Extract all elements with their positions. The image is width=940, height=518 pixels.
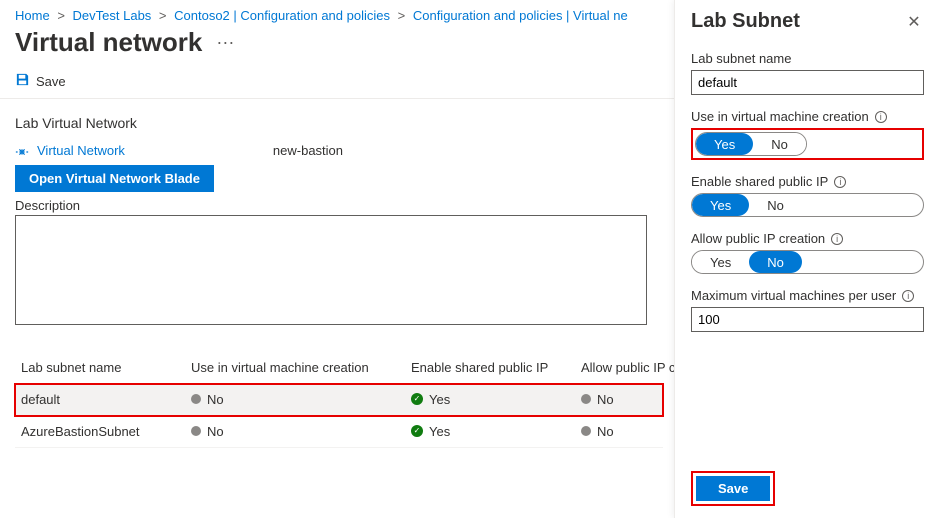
subnet-name-input[interactable] <box>691 70 924 95</box>
allow-ip-label: Allow public IP creation i <box>691 231 924 246</box>
status-dot-icon <box>581 394 591 404</box>
max-vm-label: Maximum virtual machines per user i <box>691 288 924 303</box>
save-highlight: Save <box>691 471 775 506</box>
allow-ip-toggle[interactable]: Yes No <box>691 250 924 274</box>
info-icon[interactable]: i <box>834 176 846 188</box>
more-actions-button[interactable]: ··· <box>216 32 234 53</box>
subnet-name-label: Lab subnet name <box>691 51 924 66</box>
breadcrumb-current[interactable]: Configuration and policies | Virtual ne <box>413 8 628 23</box>
panel-save-button[interactable]: Save <box>696 476 770 501</box>
use-vm-highlight: Yes No <box>691 128 924 160</box>
save-button-label: Save <box>36 74 66 89</box>
max-vm-input[interactable] <box>691 307 924 332</box>
shared-ip-toggle[interactable]: Yes No <box>691 193 924 217</box>
status-dot-icon <box>191 426 201 436</box>
table-row[interactable]: default No Yes No <box>15 384 663 416</box>
virtual-network-value: new-bastion <box>273 143 343 158</box>
status-check-icon <box>411 393 423 405</box>
col-shared-ip[interactable]: Enable shared public IP <box>411 360 581 375</box>
cell-subnet-name: AzureBastionSubnet <box>21 424 191 439</box>
info-icon[interactable]: i <box>875 111 887 123</box>
toggle-yes[interactable]: Yes <box>692 251 749 273</box>
toggle-yes[interactable]: Yes <box>696 133 753 155</box>
toggle-no[interactable]: No <box>749 251 802 273</box>
cell-subnet-name: default <box>21 392 191 407</box>
info-icon[interactable]: i <box>831 233 843 245</box>
page-title: Virtual network <box>15 27 202 58</box>
toggle-no[interactable]: No <box>749 194 802 216</box>
virtual-network-link[interactable]: Virtual Network <box>37 143 125 158</box>
virtual-network-icon <box>15 143 29 159</box>
breadcrumb-devtest[interactable]: DevTest Labs <box>73 8 152 23</box>
close-icon[interactable]: ✕ <box>904 12 924 32</box>
breadcrumb-home[interactable]: Home <box>15 8 50 23</box>
open-vn-blade-button[interactable]: Open Virtual Network Blade <box>15 165 214 192</box>
status-dot-icon <box>581 426 591 436</box>
cell-use-vm: No <box>191 424 411 439</box>
chevron-right-icon: > <box>398 8 406 23</box>
cell-shared-ip: Yes <box>411 392 581 407</box>
status-check-icon <box>411 425 423 437</box>
cell-use-vm: No <box>191 392 411 407</box>
description-textarea[interactable] <box>15 215 647 325</box>
status-dot-icon <box>191 394 201 404</box>
toggle-no[interactable]: No <box>753 133 806 155</box>
lab-subnet-panel: Lab Subnet ✕ Lab subnet name Use in virt… <box>674 0 940 518</box>
col-use-vm[interactable]: Use in virtual machine creation <box>191 360 411 375</box>
use-vm-label: Use in virtual machine creation i <box>691 109 924 124</box>
table-header-row: Lab subnet name Use in virtual machine c… <box>15 352 663 384</box>
chevron-right-icon: > <box>57 8 65 23</box>
save-icon <box>15 72 30 90</box>
info-icon[interactable]: i <box>902 290 914 302</box>
save-button[interactable]: Save <box>15 72 66 90</box>
subnet-table: Lab subnet name Use in virtual machine c… <box>15 352 663 448</box>
use-vm-toggle[interactable]: Yes No <box>695 132 807 156</box>
col-subnet-name[interactable]: Lab subnet name <box>21 360 191 375</box>
toggle-yes[interactable]: Yes <box>692 194 749 216</box>
shared-ip-label: Enable shared public IP i <box>691 174 924 189</box>
panel-title: Lab Subnet <box>691 10 800 33</box>
breadcrumb-contoso[interactable]: Contoso2 | Configuration and policies <box>174 8 390 23</box>
cell-shared-ip: Yes <box>411 424 581 439</box>
chevron-right-icon: > <box>159 8 167 23</box>
table-row[interactable]: AzureBastionSubnet No Yes No <box>15 416 663 448</box>
